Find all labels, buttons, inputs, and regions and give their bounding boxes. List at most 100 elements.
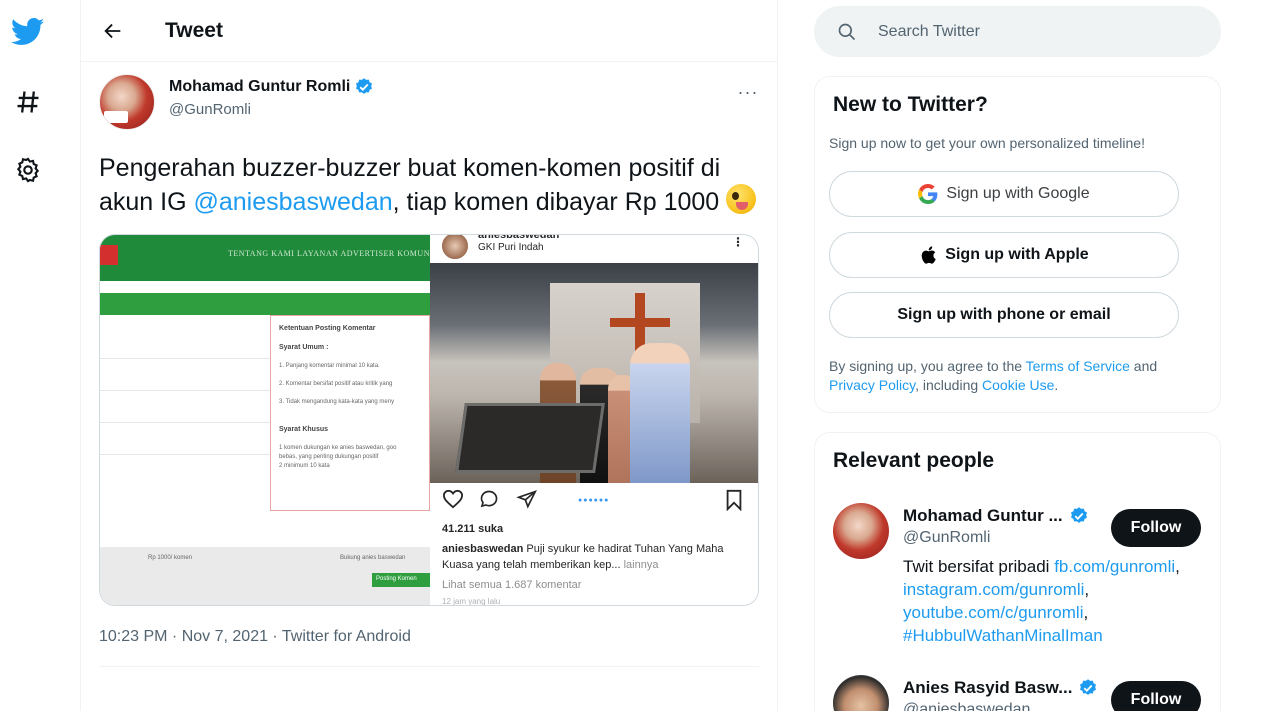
ig-caption-more: lainnya [620,559,659,571]
website-logo-icon [100,245,118,265]
bookmark-icon [726,489,742,511]
website-topbar: TENTANG KAMI LAYANAN ADVERTISER KOMUNITA… [100,235,449,281]
person-handle[interactable]: @GunRomli [903,529,990,547]
khusus-1: 1 komen dukungan ke anies baswedan, goo [279,445,397,451]
new-to-twitter-title: New to Twitter? [833,93,988,116]
more-options-icon[interactable]: ··· [735,82,761,102]
divider [99,666,759,667]
person-name[interactable]: Anies Rasyid Basw... [903,678,1072,698]
person-bio: Twit bersifat pribadi fb.com/gunromli, in… [903,555,1203,647]
zany-face-emoji-icon [726,184,757,214]
relevant-people-card: Relevant people Mohamad Guntur ... @GunR… [814,432,1221,711]
follow-button[interactable]: Follow [1111,509,1201,547]
signup-apple-label: Sign up with Apple [945,246,1089,263]
privacy-link[interactable]: Privacy Policy [829,377,915,393]
new-to-twitter-card: New to Twitter? Sign up now to get your … [814,76,1221,413]
bio-sep-3: , [1083,603,1089,622]
legal-text: By signing up, you agree to the Terms of… [829,357,1199,395]
page-title: Tweet [165,18,223,42]
heart-icon [442,489,464,509]
rule-2: 2. Komentar bersifat positif atau kritik… [279,381,393,387]
ig-caption: aniesbaswedan Puji syukur ke hadirat Tuh… [442,541,742,573]
ig-username: aniesbaswedan [478,234,560,241]
verified-badge-icon [1070,507,1087,523]
verified-badge-icon [1080,679,1097,695]
signup-phone-button[interactable]: Sign up with phone or email [829,292,1179,338]
avatar[interactable] [833,675,889,711]
website-greenbar [100,293,430,315]
khusus-2: bebas, yang penting dukungan positif [279,454,379,460]
legal-end: . [1054,377,1059,393]
legal-and: and [1129,358,1158,374]
khusus-3: 2 minimum 10 kata [279,463,330,469]
tweet-text: Pengerahan buzzer-buzzer buat komen-kome… [99,152,759,218]
syarat-umum: Syarat Umum : [279,344,329,351]
signup-google-label: Sign up with Google [946,185,1090,202]
website-footer-button: Posting Komen [372,573,430,587]
author-name[interactable]: Mohamad Guntur Romli [169,78,350,96]
hashtag-icon[interactable] [8,82,48,122]
ig-actions: ●●●●●● [430,487,758,513]
signup-google-button[interactable]: Sign up with Google [829,171,1179,217]
instagram-screenshot-image[interactable]: aniesbaswedan GKI Puri Indah ⋮ ●●●●●● 41… [430,234,758,606]
avatar[interactable] [833,503,889,559]
person-name[interactable]: Mohamad Guntur ... [903,506,1063,526]
person-name-row[interactable]: Anies Rasyid Basw... [903,678,1098,698]
website-footer-right: Bukung anies baswedan [340,555,406,561]
tweet-text-part2: , tiap komen dibayar Rp 1000 [392,188,727,216]
bio-link-youtube[interactable]: youtube.com/c/gunromli [903,603,1083,622]
website-lines [100,327,270,455]
website-screenshot-image[interactable]: TENTANG KAMI LAYANAN ADVERTISER KOMUNITA… [100,235,449,605]
bio-link-instagram[interactable]: instagram.com/gunromli [903,580,1084,599]
ig-caption-user: aniesbaswedan [442,543,524,555]
rule-3: 3. Tidak mengandung kata-kata yang meny [279,399,395,405]
signup-apple-button[interactable]: Sign up with Apple [829,232,1179,278]
google-logo-icon [918,184,938,204]
cookie-link[interactable]: Cookie Use [982,377,1054,393]
ig-avatar [440,235,470,261]
search-bar[interactable] [814,6,1221,57]
legal-prefix: By signing up, you agree to the [829,358,1026,374]
follow-button[interactable]: Follow [1111,681,1201,711]
rule-1: 1. Panjang komentar minimal 10 kata. [279,363,380,369]
search-icon [836,21,858,43]
website-footer: Rp 1000/ komen Bukung anies baswedan Pos… [100,547,430,605]
carousel-dots: ●●●●●● [578,497,609,504]
bio-link-fb[interactable]: fb.com/gunromli [1054,557,1175,576]
search-input[interactable] [878,22,1178,41]
ig-likes: 41.211 suka [442,523,504,535]
bio-sep-1: , [1175,557,1180,576]
tweet-media[interactable]: TENTANG KAMI LAYANAN ADVERTISER KOMUNITA… [99,234,759,606]
main-column: Tweet Mohamad Guntur Romli @GunRomli ···… [80,0,778,711]
mention-link[interactable]: @aniesbaswedan [194,188,393,216]
ig-location: GKI Puri Indah [478,242,544,253]
tweet-timestamp[interactable]: 10:23 PM · Nov 7, 2021 · Twitter for And… [99,628,759,646]
twitter-logo-icon[interactable] [8,12,48,52]
share-icon [516,490,537,509]
author-handle[interactable]: @GunRomli [169,101,374,118]
signup-phone-label: Sign up with phone or email [897,306,1111,323]
tweet-author: Mohamad Guntur Romli @GunRomli [99,74,759,130]
syarat-khusus: Syarat Khusus [279,426,329,433]
website-rules-box: Ketentuan Posting Komentar Syarat Umum :… [270,315,430,511]
comment-icon [480,490,498,508]
author-name-row[interactable]: Mohamad Guntur Romli [169,77,374,97]
bio-link-hashtag[interactable]: #HubbulWathanMinalIman [903,626,1103,645]
left-nav [0,0,80,711]
new-to-twitter-subtitle: Sign up now to get your own personalized… [829,135,1145,151]
plaque-shape [455,403,605,473]
relevant-people-title: Relevant people [833,449,995,472]
legal-including: , including [915,377,983,393]
person-name-row[interactable]: Mohamad Guntur ... [903,506,1089,526]
avatar[interactable] [99,74,155,130]
arrow-left-icon[interactable] [93,11,133,51]
bio-sep-2: , [1084,580,1090,599]
apple-logo-icon [922,246,937,264]
terms-link[interactable]: Terms of Service [1026,358,1130,374]
person-handle[interactable]: @aniesbaswedan [903,701,1030,711]
ig-photo [430,263,758,483]
ig-post-header: aniesbaswedan GKI Puri Indah ⋮ [430,234,758,263]
gear-icon[interactable] [8,150,48,190]
ig-time: 12 jam yang lalu [442,597,501,606]
rules-title: Ketentuan Posting Komentar [279,325,376,332]
